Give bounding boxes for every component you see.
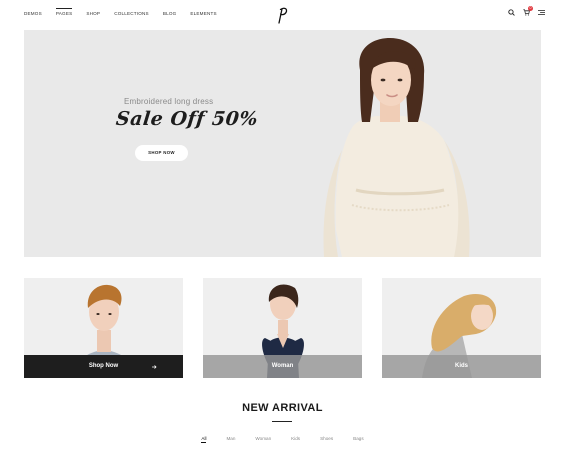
hero-banner: Embroidered long dress Sale Off 50% SHOP… — [24, 30, 541, 257]
main-nav: DEMOS PAGES SHOP COLLECTIONS BLOG ELEMEN… — [24, 8, 217, 16]
nav-item-pages[interactable]: PAGES — [55, 8, 73, 16]
filter-shoes[interactable]: Shoes — [320, 436, 333, 441]
hero-subtitle: Embroidered long dress — [124, 97, 214, 106]
nav-item-blog[interactable]: BLOG — [163, 11, 177, 16]
nav-item-collections[interactable]: COLLECTIONS — [114, 11, 149, 16]
cart-icon[interactable]: 0 — [523, 6, 533, 16]
site-logo[interactable] — [272, 5, 292, 25]
arrow-right-icon — [152, 365, 157, 369]
category-tile-woman[interactable]: Woman — [203, 278, 362, 378]
cart-count-badge: 0 — [528, 6, 533, 11]
nav-item-shop[interactable]: SHOP — [86, 11, 100, 16]
category-label: Woman — [203, 355, 362, 378]
filter-kids[interactable]: Kids — [291, 436, 300, 441]
hero-model-image — [323, 38, 470, 257]
product-filters: All Man Woman Kids Shoes Bags — [0, 436, 565, 443]
filter-bags[interactable]: Bags — [353, 436, 363, 441]
category-tile-kids[interactable]: Kids — [382, 278, 541, 378]
nav-item-demos[interactable]: DEMOS — [24, 11, 42, 16]
search-icon[interactable] — [508, 9, 515, 16]
section-title: NEW ARRIVAL — [242, 402, 323, 414]
category-label: Kids — [382, 355, 541, 378]
hero-title: Sale Off 50% — [114, 108, 260, 130]
filter-all[interactable]: All — [201, 436, 207, 443]
section-divider — [272, 421, 292, 422]
category-label: Shop Now — [24, 355, 183, 378]
menu-icon[interactable] — [538, 9, 545, 16]
filter-man[interactable]: Man — [226, 436, 235, 441]
site-header: DEMOS PAGES SHOP COLLECTIONS BLOG ELEMEN… — [0, 0, 565, 30]
nav-item-elements[interactable]: ELEMENTS — [190, 11, 216, 16]
header-icons: 0 — [508, 6, 545, 16]
filter-woman[interactable]: Woman — [255, 436, 271, 441]
shop-now-button[interactable]: SHOP NOW — [135, 145, 188, 161]
category-tile-shop-now[interactable]: Shop Now — [24, 278, 183, 378]
